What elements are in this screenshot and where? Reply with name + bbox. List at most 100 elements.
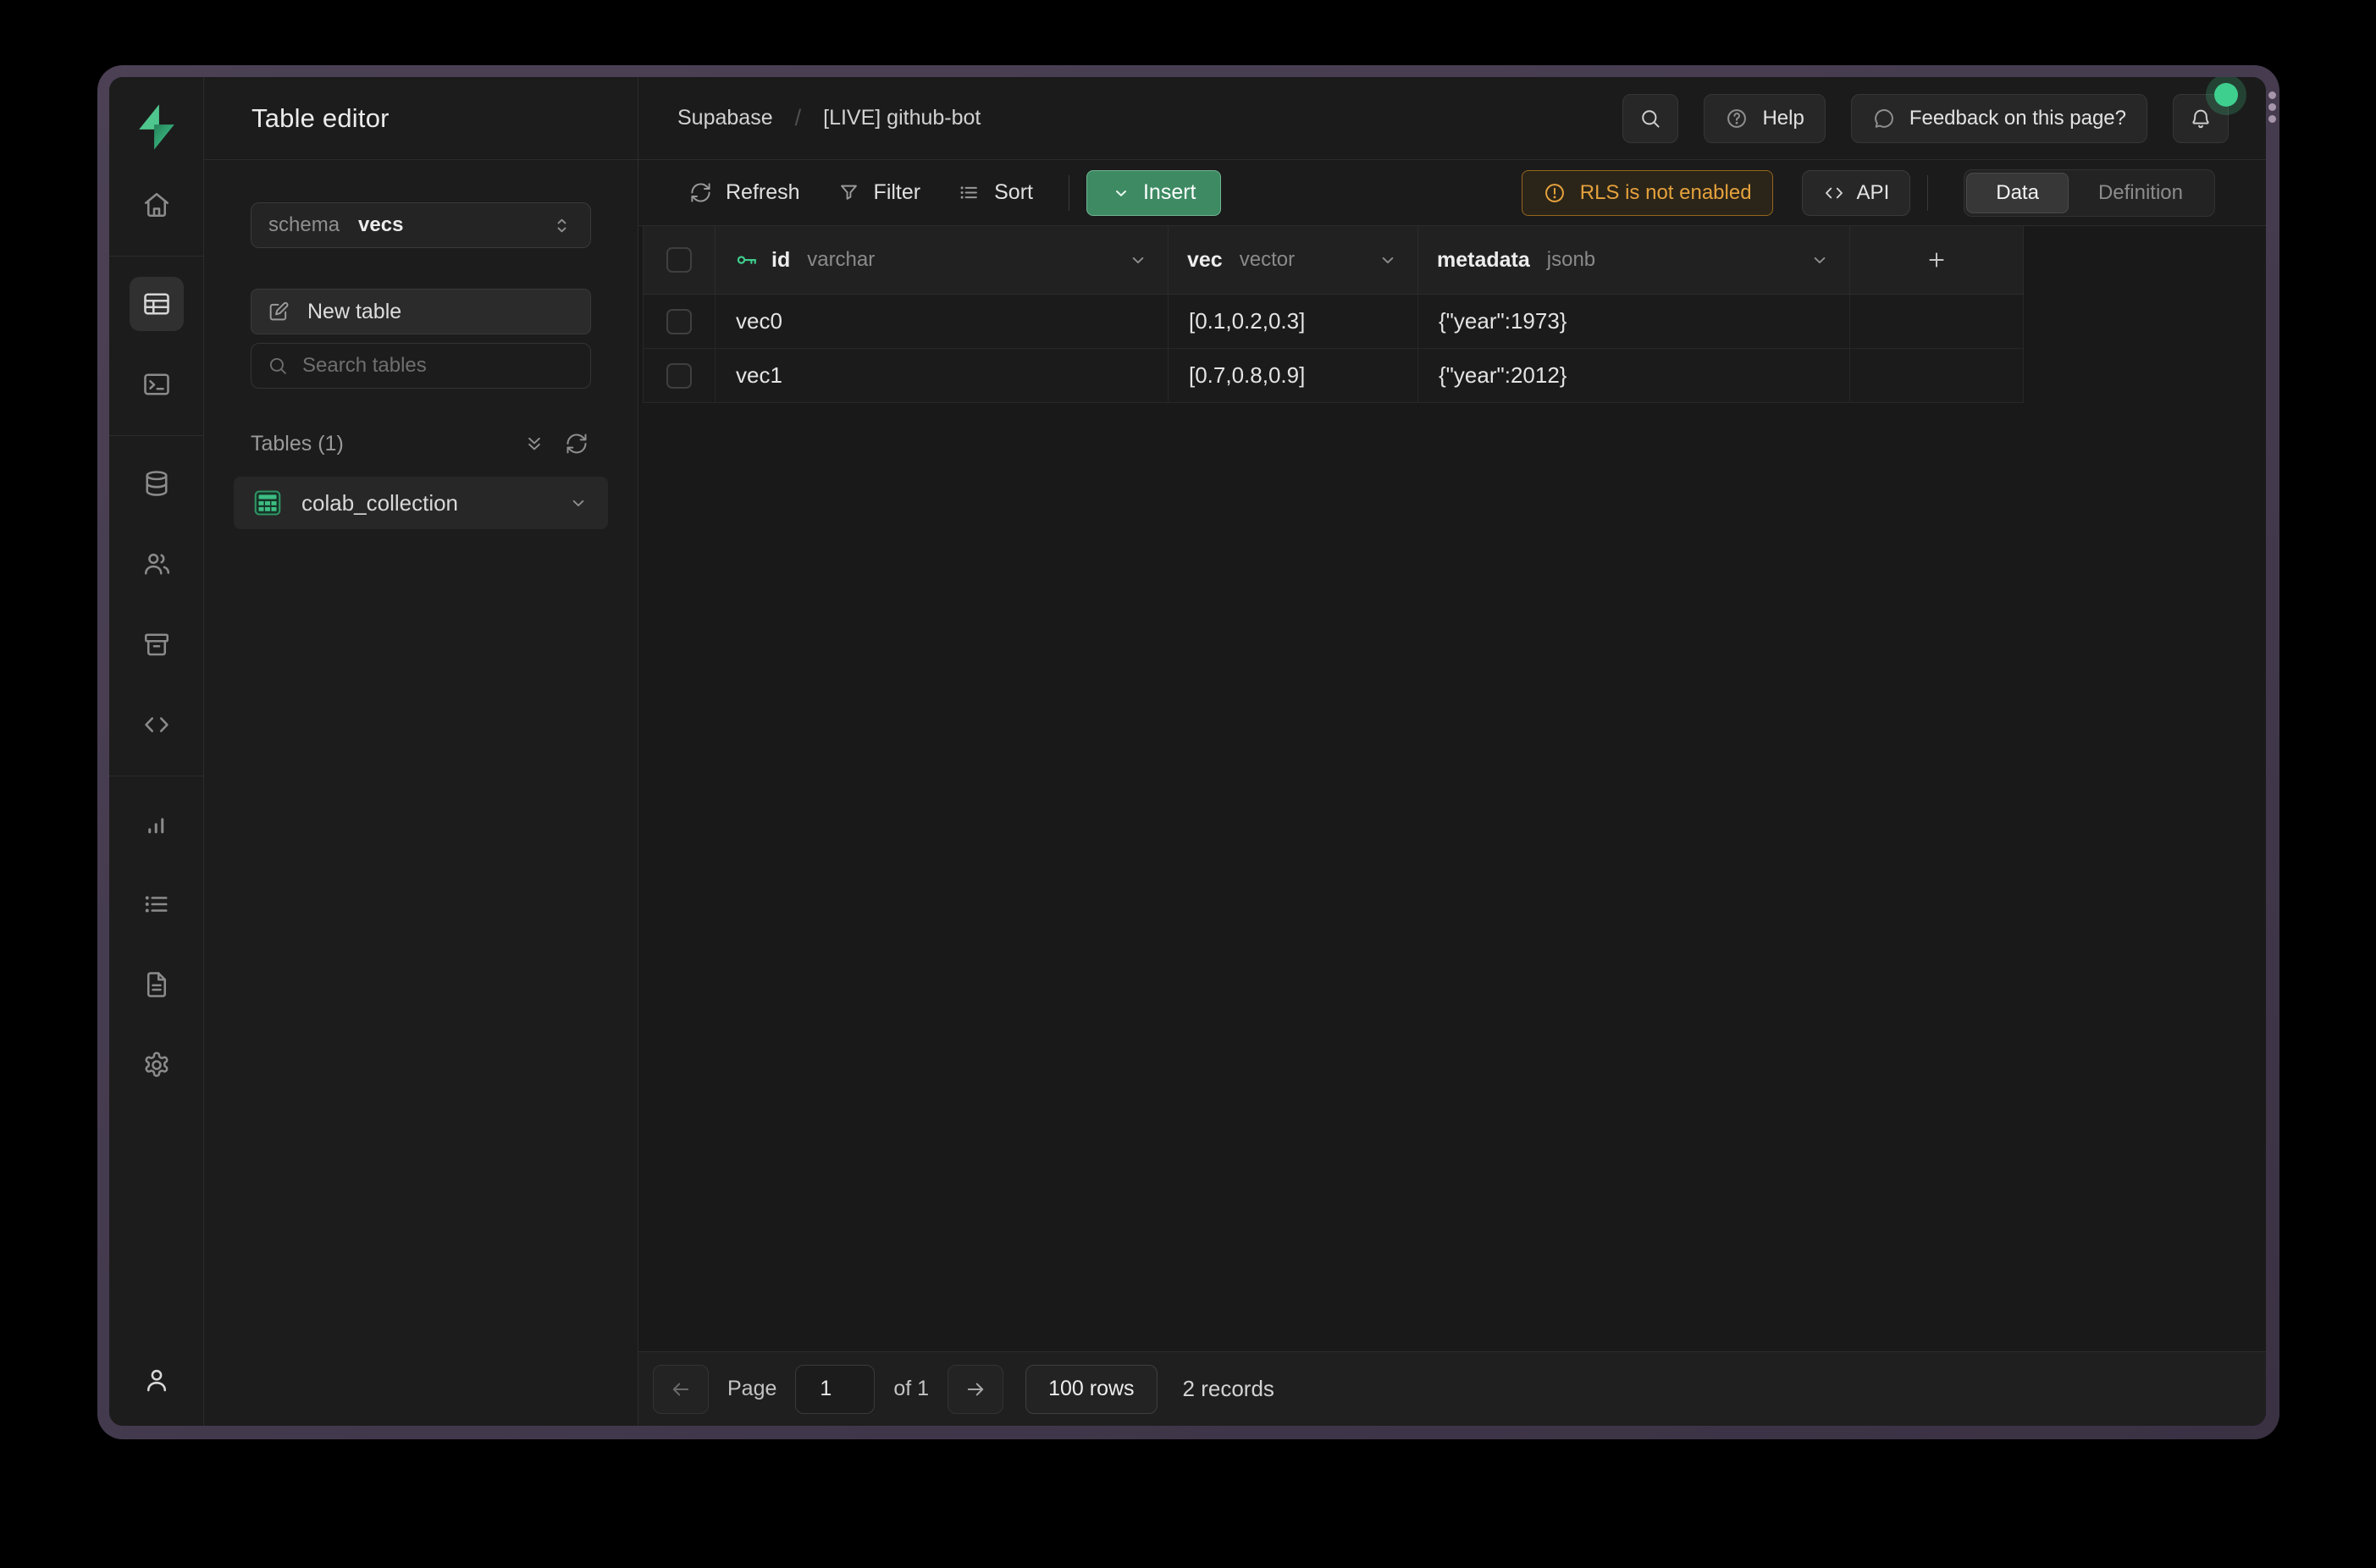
sort-list-icon [958,181,981,204]
column-name: metadata [1437,248,1530,273]
user-icon [141,1365,172,1395]
rail-edge-functions-button[interactable] [130,698,184,752]
rail-docs-button[interactable] [130,958,184,1012]
rail-settings-button[interactable] [130,1038,184,1092]
new-table-button[interactable]: New table [251,289,591,334]
breadcrumb-project[interactable]: [LIVE] github-bot [823,106,981,130]
chevron-down-icon[interactable] [1809,249,1831,271]
help-button[interactable]: Help [1704,94,1825,143]
rail-logs-button[interactable] [130,877,184,931]
insert-button[interactable]: Insert [1086,170,1221,216]
chevrons-down-icon [522,432,546,455]
rls-warning-badge[interactable]: RLS is not enabled [1522,170,1773,216]
row-select-cell [644,295,716,349]
search-button[interactable] [1622,94,1678,143]
warning-circle-icon [1543,181,1567,205]
archive-box-icon [141,629,172,660]
select-all-header-cell [644,226,716,295]
search-tables-input[interactable] [302,354,575,378]
api-button[interactable]: API [1802,170,1911,216]
grid-cell-metadata[interactable]: {"year":1973} [1418,295,1850,349]
insert-label: Insert [1143,180,1196,205]
column-header-vec[interactable]: vec vector [1169,226,1418,295]
add-column-header-cell[interactable] [1850,226,2024,295]
rail-database-button[interactable] [130,456,184,511]
refresh-label: Refresh [726,180,800,205]
grid-cell-metadata[interactable]: {"year":2012} [1418,349,1850,403]
column-header-id[interactable]: id varchar [716,226,1169,295]
supabase-logo-icon[interactable] [132,102,181,152]
column-header-metadata[interactable]: metadata jsonb [1418,226,1850,295]
column-type: vector [1240,248,1295,272]
next-page-button[interactable] [948,1365,1003,1414]
arrow-left-icon [669,1378,693,1401]
help-circle-icon [1725,107,1749,130]
grid-cell-empty [1850,295,2024,349]
rail-auth-button[interactable] [130,537,184,591]
schema-value: vecs [358,213,403,237]
refresh-icon [689,181,712,204]
select-all-checkbox[interactable] [666,247,692,273]
column-type: varchar [807,248,875,272]
refresh-tables-button[interactable] [562,429,591,458]
grid-cell-id[interactable]: vec0 [716,295,1169,349]
rail-storage-button[interactable] [130,617,184,671]
rail-reports-button[interactable] [130,797,184,851]
gear-icon [141,1050,172,1080]
sidebar-header: Table editor [204,77,638,160]
rail-divider [109,435,204,436]
grid-cell-vec[interactable]: [0.7,0.8,0.9] [1169,349,1418,403]
window-handle-dots[interactable] [2268,91,2276,123]
home-icon [141,190,172,220]
rail-home-button[interactable] [130,178,184,232]
column-name: vec [1187,248,1223,273]
api-label: API [1857,181,1890,205]
breadcrumb-separator: / [795,105,802,131]
row-checkbox[interactable] [666,363,692,389]
schema-label: schema [268,213,340,237]
tables-heading-label: Tables (1) [251,432,344,456]
arrow-right-icon [964,1378,987,1401]
collapse-all-button[interactable] [520,429,549,458]
data-grid: id varchar vec vector metadata jsonb [643,226,2025,403]
grid-toolbar: Refresh Filter Sort Insert [638,160,2266,226]
bar-chart-icon [141,809,172,839]
table-item-label: colab_collection [301,490,458,516]
rail-account-button[interactable] [130,1353,184,1407]
feedback-button[interactable]: Feedback on this page? [1851,94,2147,143]
page-number-input[interactable] [795,1365,875,1414]
grid-cell-id[interactable]: vec1 [716,349,1169,403]
chevron-down-icon[interactable] [1377,249,1399,271]
tab-definition[interactable]: Definition [2069,173,2213,213]
refresh-button[interactable]: Refresh [671,170,819,216]
row-select-cell [644,349,716,403]
database-icon [141,468,172,499]
grid-cell-vec[interactable]: [0.1,0.2,0.3] [1169,295,1418,349]
page-of-label: of 1 [893,1377,929,1401]
previous-page-button[interactable] [653,1365,709,1414]
rail-table-editor-button[interactable] [130,277,184,331]
plus-icon [1925,248,1948,272]
chevron-down-icon[interactable] [567,492,589,514]
rows-per-page-button[interactable]: 100 rows [1025,1365,1157,1414]
rail-sql-editor-button[interactable] [130,357,184,411]
schema-select[interactable]: schema vecs [251,202,591,248]
refresh-icon [565,432,588,455]
search-icon [267,355,289,377]
app-window: Table editor schema vecs New table Tabl [97,65,2279,1439]
record-count: 2 records [1183,1376,1274,1402]
help-label: Help [1762,107,1804,130]
chevron-down-icon[interactable] [1127,249,1149,271]
nav-rail [109,77,204,1426]
toolbar-divider [1927,175,1928,211]
sort-button[interactable]: Sort [939,170,1052,216]
sidebar-item-colab-collection[interactable]: colab_collection [234,477,608,529]
tab-data[interactable]: Data [1966,173,2069,213]
search-tables-box [251,343,591,389]
breadcrumb: Supabase / [LIVE] github-bot [677,105,981,131]
table-editor-sidebar: Table editor schema vecs New table Tabl [204,77,638,1426]
code-brackets-icon [1823,182,1845,204]
filter-button[interactable]: Filter [819,170,940,216]
breadcrumb-org[interactable]: Supabase [677,106,773,130]
row-checkbox[interactable] [666,309,692,334]
